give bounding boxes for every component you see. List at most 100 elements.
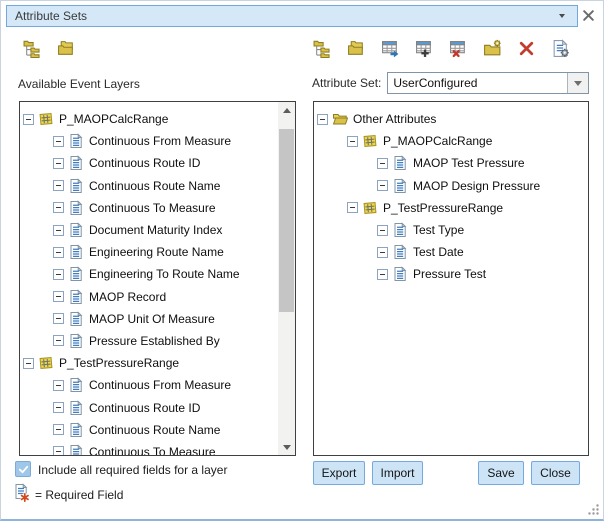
- available-layers-tree: P_MAOPCalcRangeContinuous From MeasureCo…: [20, 102, 278, 455]
- tree-item[interactable]: P_MAOPCalcRange: [20, 108, 278, 130]
- collapse-toggle[interactable]: [53, 202, 64, 213]
- tree-item-label: Continuous To Measure: [89, 445, 216, 455]
- collapse-toggle[interactable]: [53, 313, 64, 324]
- toolbar-table-x-button[interactable]: [448, 38, 469, 59]
- collapse-toggle[interactable]: [53, 180, 64, 191]
- collapse-toggle[interactable]: [377, 225, 388, 236]
- close-dialog-button[interactable]: Close: [531, 461, 580, 485]
- field-icon: [68, 155, 84, 171]
- tree-item[interactable]: MAOP Design Pressure: [314, 175, 588, 197]
- collapse-toggle[interactable]: [377, 247, 388, 258]
- collapse-toggle[interactable]: [377, 269, 388, 280]
- collapse-toggle[interactable]: [53, 136, 64, 147]
- collapse-toggle[interactable]: [53, 446, 64, 455]
- toolbar-folders-open-button[interactable]: [56, 38, 77, 59]
- tree-item[interactable]: P_TestPressureRange: [20, 352, 278, 374]
- collapse-toggle[interactable]: [317, 114, 328, 125]
- attribute-set-dropdown-button[interactable]: [567, 73, 588, 93]
- check-icon: [16, 463, 30, 476]
- tree-item-label: Continuous To Measure: [89, 201, 216, 215]
- save-button[interactable]: Save: [478, 461, 524, 485]
- collapse-toggle[interactable]: [347, 202, 358, 213]
- tree-item[interactable]: Document Maturity Index: [20, 219, 278, 241]
- tree-item[interactable]: Engineering To Route Name: [20, 263, 278, 285]
- close-button[interactable]: [582, 9, 597, 24]
- field-icon: [392, 244, 408, 260]
- tree-item-label: Other Attributes: [353, 112, 436, 126]
- tree-item[interactable]: P_TestPressureRange: [314, 197, 588, 219]
- tree-item[interactable]: MAOP Test Pressure: [314, 152, 588, 174]
- toolbar-tree-folder-button[interactable]: [312, 38, 333, 59]
- collapse-toggle[interactable]: [23, 358, 34, 369]
- collapse-toggle[interactable]: [53, 225, 64, 236]
- collapse-toggle[interactable]: [53, 247, 64, 258]
- include-required-label: Include all required fields for a layer: [38, 463, 227, 477]
- tree-item-label: Continuous From Measure: [89, 378, 231, 392]
- document-gear-icon: [551, 39, 570, 58]
- tree-item[interactable]: P_MAOPCalcRange: [314, 130, 588, 152]
- attribute-set-select[interactable]: UserConfigured: [387, 72, 589, 94]
- collapse-toggle[interactable]: [53, 402, 64, 413]
- tree-item[interactable]: Continuous To Measure: [20, 441, 278, 455]
- collapse-toggle[interactable]: [347, 136, 358, 147]
- scrollbar[interactable]: [278, 102, 295, 455]
- toolbar-tree-folder-button[interactable]: [22, 38, 43, 59]
- tree-item[interactable]: Continuous Route ID: [20, 152, 278, 174]
- attribute-set-tree: Other Attributes P_MAOPCalcRange MAOP Test…: [314, 102, 588, 455]
- table-plus-icon: [415, 39, 434, 58]
- collapse-toggle[interactable]: [53, 424, 64, 435]
- field-icon: [68, 311, 84, 327]
- tree-item-label: Engineering To Route Name: [89, 267, 240, 281]
- tree-item[interactable]: Continuous To Measure: [20, 197, 278, 219]
- tree-item[interactable]: Engineering Route Name: [20, 241, 278, 263]
- event-layer-icon: [38, 355, 54, 371]
- collapse-toggle[interactable]: [23, 114, 34, 125]
- tree-item-label: P_TestPressureRange: [59, 356, 179, 370]
- scroll-down-button[interactable]: [278, 439, 295, 455]
- field-icon: [68, 289, 84, 305]
- close-icon: [582, 9, 597, 22]
- toolbar-red-x-button[interactable]: [516, 38, 537, 59]
- collapse-toggle[interactable]: [53, 335, 64, 346]
- tree-item[interactable]: MAOP Unit Of Measure: [20, 308, 278, 330]
- tree-item[interactable]: Pressure Established By: [20, 330, 278, 352]
- toolbar-left: [22, 38, 77, 59]
- collapse-toggle[interactable]: [53, 158, 64, 169]
- table-x-icon: [449, 39, 468, 58]
- titlebar[interactable]: Attribute Sets: [6, 5, 578, 27]
- tree-item[interactable]: Continuous Route Name: [20, 175, 278, 197]
- tree-item[interactable]: MAOP Record: [20, 286, 278, 308]
- resize-grip[interactable]: [587, 503, 600, 516]
- folders-open-icon: [57, 39, 76, 58]
- toolbar-table-arrow-button[interactable]: [380, 38, 401, 59]
- collapse-toggle[interactable]: [377, 158, 388, 169]
- collapse-toggle[interactable]: [53, 291, 64, 302]
- scroll-up-button[interactable]: [278, 102, 295, 118]
- tree-item[interactable]: Continuous Route ID: [20, 396, 278, 418]
- include-required-checkbox[interactable]: [15, 461, 31, 477]
- folder-gear-icon: [483, 39, 502, 58]
- tree-item[interactable]: Continuous From Measure: [20, 374, 278, 396]
- toolbar-folder-gear-button[interactable]: [482, 38, 503, 59]
- titlebar-menu-button[interactable]: [555, 9, 569, 23]
- toolbar-right: [312, 38, 571, 59]
- tree-item-label: P_MAOPCalcRange: [383, 134, 492, 148]
- tree-item[interactable]: Continuous Route Name: [20, 419, 278, 441]
- scrollbar-thumb[interactable]: [279, 129, 294, 312]
- tree-item[interactable]: Other Attributes: [314, 108, 588, 130]
- tree-item[interactable]: Continuous From Measure: [20, 130, 278, 152]
- toolbar-table-plus-button[interactable]: [414, 38, 435, 59]
- folder-open-icon: [332, 111, 348, 127]
- tree-item-label: Pressure Test: [413, 267, 486, 281]
- collapse-toggle[interactable]: [53, 269, 64, 280]
- collapse-toggle[interactable]: [53, 380, 64, 391]
- collapse-toggle[interactable]: [377, 180, 388, 191]
- tree-item[interactable]: Test Date: [314, 241, 588, 263]
- export-button[interactable]: Export: [313, 461, 365, 485]
- toolbar-folders-open-button[interactable]: [346, 38, 367, 59]
- tree-item[interactable]: Pressure Test: [314, 263, 588, 285]
- toolbar-document-gear-button[interactable]: [550, 38, 571, 59]
- import-button[interactable]: Import: [372, 461, 423, 485]
- tree-item[interactable]: Test Type: [314, 219, 588, 241]
- tree-item-label: MAOP Unit Of Measure: [89, 312, 215, 326]
